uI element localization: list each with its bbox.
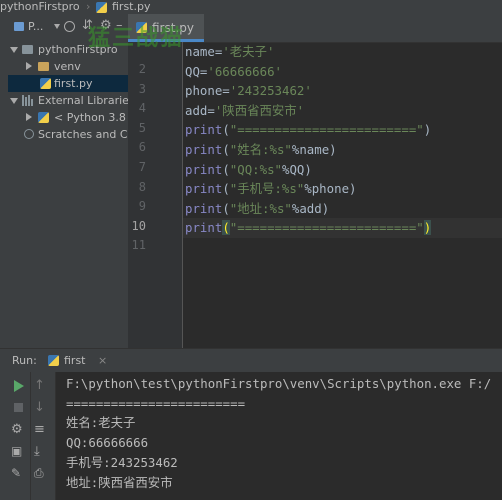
run-toolbar-secondary: ↑ ↓ ≡ ⤓ ⎙ bbox=[31, 372, 56, 500]
stop-icon[interactable] bbox=[11, 400, 27, 416]
line-number: 11 bbox=[131, 238, 146, 253]
tree-item-python-sdk[interactable]: < Python 3.8 (p bbox=[8, 109, 128, 126]
breadcrumb-file[interactable]: first.py bbox=[112, 0, 150, 14]
project-view-selector[interactable]: P... bbox=[28, 20, 43, 33]
project-icon bbox=[14, 22, 24, 31]
console-line: QQ:66666666 bbox=[66, 435, 149, 451]
folder-icon bbox=[22, 45, 33, 54]
line-number-current: 10 bbox=[131, 218, 146, 233]
tree-item-label: Scratches and Cons bbox=[38, 128, 128, 141]
print-icon[interactable]: ⎙ bbox=[34, 466, 50, 482]
python-run-config-icon bbox=[48, 355, 59, 366]
tree-item-external-libraries[interactable]: External Libraries bbox=[8, 92, 128, 109]
expand-arrow-icon[interactable] bbox=[10, 98, 18, 104]
console-line: 地址:陕西省西安市 bbox=[66, 474, 173, 490]
tree-item-label: venv bbox=[54, 60, 81, 73]
project-panel: P... ⇵ ⚙ – pythonFirstpro venv first.py … bbox=[8, 14, 128, 348]
code-line-6: print("姓名:%s"%name) bbox=[185, 142, 337, 157]
line-number: 8 bbox=[138, 179, 146, 194]
code-line-2: QQ='66666666' bbox=[185, 63, 282, 79]
code-line-8: print("手机号:%s"%phone) bbox=[185, 181, 357, 197]
python-sdk-icon bbox=[38, 112, 49, 123]
pin-icon[interactable]: ✎ bbox=[11, 466, 27, 482]
console-line: F:\python\test\pythonFirstpro\venv\Scrip… bbox=[66, 376, 492, 391]
layout-icon[interactable]: ▣ bbox=[11, 444, 27, 460]
code-editor[interactable]: name='老夫子' QQ='66666666' phone='24325346… bbox=[185, 42, 502, 348]
run-label: Run: bbox=[12, 354, 37, 367]
arrow-up-icon[interactable]: ↑ bbox=[34, 378, 50, 394]
line-number: 3 bbox=[138, 81, 146, 96]
settings-icon[interactable]: ⚙ bbox=[11, 422, 27, 438]
line-number-gutter[interactable]: 2 3 4 5 6 7 8 9 10 11 bbox=[128, 42, 183, 348]
tree-item-label: first.py bbox=[54, 77, 93, 90]
bracket-match: ) bbox=[423, 220, 432, 236]
tree-item-label: External Libraries bbox=[38, 94, 128, 107]
editor-tab-strip: first.py bbox=[128, 14, 502, 43]
expand-arrow-icon[interactable] bbox=[10, 47, 18, 53]
code-line-4: add='陕西省西安市' bbox=[185, 102, 305, 118]
console-line: 姓名:老夫子 bbox=[66, 415, 136, 431]
code-line-10: print("========================") bbox=[185, 220, 432, 236]
scroll-to-end-icon[interactable]: ⤓ bbox=[34, 444, 50, 460]
breadcrumb-project[interactable]: pythonFirstpro bbox=[0, 0, 80, 14]
scratches-icon bbox=[24, 129, 34, 139]
folder-icon bbox=[38, 62, 49, 71]
line-number: 6 bbox=[138, 140, 146, 155]
run-toolbar-primary: ⚙ ▣ ✎ bbox=[8, 372, 31, 500]
code-line-5: print("========================") bbox=[185, 122, 432, 138]
console-line: 手机号:243253462 bbox=[66, 454, 178, 470]
python-file-icon bbox=[40, 78, 51, 89]
tree-item-label: < Python 3.8 (p bbox=[54, 111, 128, 124]
tree-item-scratches[interactable]: Scratches and Cons bbox=[8, 126, 128, 143]
library-icon bbox=[22, 95, 33, 106]
close-icon[interactable]: × bbox=[98, 354, 107, 367]
line-number: 9 bbox=[138, 199, 146, 214]
tree-item-venv[interactable]: venv bbox=[8, 58, 128, 75]
expand-arrow-icon[interactable] bbox=[26, 62, 32, 70]
title-bar: pythonFirstpro › first.py bbox=[0, 0, 502, 15]
locate-icon[interactable] bbox=[64, 21, 75, 32]
code-line-9: print("地址:%s"%add) bbox=[185, 200, 330, 216]
line-number: 2 bbox=[138, 62, 146, 76]
line-number: 4 bbox=[138, 101, 146, 116]
code-line-7: print("QQ:%s"%QQ) bbox=[185, 161, 312, 177]
run-console-output[interactable]: F:\python\test\pythonFirstpro\venv\Scrip… bbox=[56, 372, 502, 500]
rerun-icon[interactable] bbox=[11, 378, 27, 394]
code-line-1: name='老夫子' bbox=[185, 44, 275, 59]
line-number: 7 bbox=[138, 160, 146, 174]
run-panel-header: Run: first × bbox=[0, 348, 502, 373]
run-config-tab[interactable]: first bbox=[64, 354, 86, 367]
breadcrumb-separator: › bbox=[86, 0, 91, 13]
watermark: 猛三战猫 bbox=[88, 26, 185, 51]
bracket-match: ( bbox=[222, 220, 230, 236]
code-line-3: phone='243253462' bbox=[185, 83, 312, 99]
soft-wrap-icon[interactable]: ≡ bbox=[34, 422, 50, 438]
console-line: ======================== bbox=[66, 395, 246, 411]
tree-item-first-py[interactable]: first.py bbox=[8, 75, 128, 92]
expand-arrow-icon[interactable] bbox=[26, 113, 32, 121]
arrow-down-icon[interactable]: ↓ bbox=[34, 400, 50, 416]
line-number: 5 bbox=[138, 120, 146, 135]
